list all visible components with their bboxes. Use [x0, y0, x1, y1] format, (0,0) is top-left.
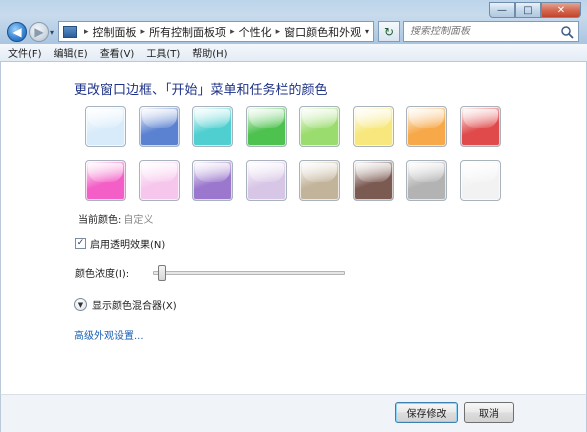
color-swatch[interactable]	[406, 106, 447, 147]
color-intensity-row: 颜色浓度(I):	[75, 264, 345, 281]
menu-view[interactable]: 查看(V)	[100, 45, 135, 60]
advanced-appearance-link[interactable]: 高级外观设置...	[74, 327, 144, 342]
color-swatch[interactable]	[85, 160, 126, 201]
content-pane: 更改窗口边框、「开始」菜单和任务栏的颜色 当前颜色: 自定义 ✓ 启用透明效果(N…	[0, 62, 587, 394]
transparency-option[interactable]: ✓ 启用透明效果(N)	[75, 236, 165, 251]
window-controls: — □ ✕	[489, 2, 581, 18]
current-color: 当前颜色: 自定义	[78, 211, 153, 226]
transparency-label[interactable]: 启用透明效果(N)	[90, 236, 165, 251]
forward-button[interactable]: ▶	[29, 22, 49, 42]
title-bar: — □ ✕ ◀ ▶ ▾ ▸ 控制面板 ▸ 所有控制面板项 ▸ 个性化 ▸ 窗口颜…	[0, 0, 587, 44]
transparency-checkbox[interactable]: ✓	[75, 238, 86, 249]
color-mixer-expander[interactable]: ▼ 显示颜色混合器(X)	[74, 297, 177, 312]
page-title: 更改窗口边框、「开始」菜单和任务栏的颜色	[74, 83, 328, 98]
recent-pages-dropdown[interactable]: ▾	[50, 28, 54, 37]
current-color-value: 自定义	[123, 215, 154, 226]
color-swatch[interactable]	[139, 106, 180, 147]
address-bar[interactable]: ▸ 控制面板 ▸ 所有控制面板项 ▸ 个性化 ▸ 窗口颜色和外观 ▾	[58, 21, 374, 42]
current-color-label: 当前颜色:	[78, 215, 122, 226]
color-swatch[interactable]	[353, 160, 394, 201]
minimize-button[interactable]: —	[489, 2, 515, 18]
intensity-slider-thumb[interactable]	[158, 264, 166, 281]
breadcrumb-all-items[interactable]: 所有控制面板项	[149, 24, 226, 40]
breadcrumb-control-panel[interactable]: 控制面板	[93, 24, 137, 40]
chevron-down-icon[interactable]: ▼	[74, 298, 87, 311]
window: — □ ✕ ◀ ▶ ▾ ▸ 控制面板 ▸ 所有控制面板项 ▸ 个性化 ▸ 窗口颜…	[0, 0, 587, 432]
menu-file[interactable]: 文件(F)	[8, 45, 42, 60]
color-swatch[interactable]	[85, 106, 126, 147]
maximize-button[interactable]: □	[515, 2, 541, 18]
color-swatch[interactable]	[299, 160, 340, 201]
search-input[interactable]	[410, 26, 558, 37]
menu-tools[interactable]: 工具(T)	[146, 45, 180, 60]
color-swatch[interactable]	[139, 160, 180, 201]
footer: 保存修改 取消	[0, 394, 587, 432]
menu-bar: 文件(F) 编辑(E) 查看(V) 工具(T) 帮助(H)	[0, 44, 587, 62]
menu-help[interactable]: 帮助(H)	[192, 45, 227, 60]
cancel-button[interactable]: 取消	[464, 402, 514, 423]
breadcrumb-personalization[interactable]: 个性化	[239, 24, 272, 40]
refresh-button[interactable]: ↻	[378, 21, 400, 42]
color-swatch[interactable]	[353, 106, 394, 147]
address-dropdown-button[interactable]: ▾	[361, 22, 373, 41]
color-swatch[interactable]	[192, 106, 233, 147]
intensity-slider[interactable]	[153, 264, 345, 281]
breadcrumb-separator[interactable]: ▸	[141, 27, 146, 37]
color-swatch[interactable]	[246, 160, 287, 201]
color-swatch[interactable]	[406, 160, 447, 201]
search-icon[interactable]	[560, 25, 574, 39]
menu-edit[interactable]: 编辑(E)	[54, 45, 88, 60]
breadcrumb-separator[interactable]: ▸	[230, 27, 235, 37]
color-swatch[interactable]	[299, 106, 340, 147]
search-box[interactable]	[403, 21, 579, 42]
save-button[interactable]: 保存修改	[395, 402, 458, 423]
breadcrumb-separator[interactable]: ▸	[84, 27, 89, 37]
control-panel-icon	[63, 25, 77, 38]
close-button[interactable]: ✕	[541, 2, 581, 18]
breadcrumb-window-color[interactable]: 窗口颜色和外观	[284, 24, 361, 40]
color-mixer-label[interactable]: 显示颜色混合器(X)	[92, 297, 177, 312]
back-button[interactable]: ◀	[7, 22, 27, 42]
color-swatch[interactable]	[246, 106, 287, 147]
color-swatch[interactable]	[460, 106, 501, 147]
breadcrumb-separator[interactable]: ▸	[276, 27, 281, 37]
color-swatch[interactable]	[460, 160, 501, 201]
intensity-label: 颜色浓度(I):	[75, 269, 130, 280]
color-swatch[interactable]	[192, 160, 233, 201]
